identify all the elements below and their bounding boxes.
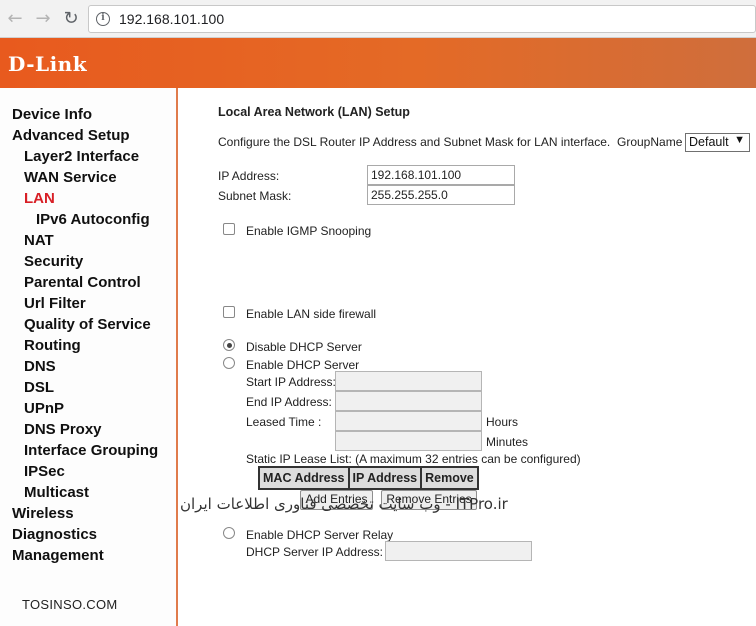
- back-arrow-icon[interactable]: ←: [4, 8, 26, 30]
- group-name-label: GroupName: [617, 135, 683, 149]
- dhcp-relay-label: Enable DHCP Server Relay: [246, 528, 394, 542]
- sidebar-item-dsl[interactable]: DSL: [24, 379, 54, 396]
- group-name-select[interactable]: Default ▼: [685, 133, 750, 152]
- sidebar-item-layer2-interface[interactable]: Layer2 Interface: [24, 148, 139, 165]
- enable-dhcp-label: Enable DHCP Server: [246, 358, 360, 372]
- disable-dhcp-label: Disable DHCP Server: [246, 340, 362, 354]
- table-header-row: MAC Address IP Address Remove: [258, 466, 479, 490]
- hours-label: Hours: [486, 415, 519, 429]
- end-ip-label: End IP Address:: [246, 395, 332, 409]
- sidebar-item-security[interactable]: Security: [24, 253, 83, 270]
- sidebar-item-ipsec[interactable]: IPSec: [24, 463, 65, 480]
- sidebar-item-interface-grouping[interactable]: Interface Grouping: [24, 442, 158, 459]
- sidebar-item-dns[interactable]: DNS: [24, 358, 56, 375]
- sidebar-item-multicast[interactable]: Multicast: [24, 484, 89, 501]
- sidebar-item-ipv6-autoconfig[interactable]: IPv6 Autoconfig: [36, 211, 150, 228]
- column-ip-address: IP Address: [347, 466, 423, 490]
- browser-toolbar: ← → ↻ i 192.168.101.100: [0, 0, 756, 38]
- static-lease-label: Static IP Lease List: (A maximum 32 entr…: [246, 452, 581, 466]
- watermark-itpro: وب سایت تخصصی فناوری اطلاعات ایران - ITP…: [180, 495, 508, 513]
- sidebar-item-wan-service[interactable]: WAN Service: [24, 169, 117, 186]
- watermark-tosinso: TOSINSO.COM: [22, 597, 118, 612]
- router-header-banner: D-Link: [0, 38, 756, 88]
- dhcp-server-ip-label: DHCP Server IP Address:: [246, 545, 383, 559]
- sidebar-item-parental-control[interactable]: Parental Control: [24, 274, 141, 291]
- lan-firewall-checkbox[interactable]: [223, 306, 235, 318]
- start-ip-input[interactable]: [335, 371, 482, 391]
- igmp-snooping-label: Enable IGMP Snooping: [246, 224, 372, 238]
- sidebar-item-nat[interactable]: NAT: [24, 232, 54, 249]
- ip-address-value: 192.168.101.100: [371, 168, 462, 182]
- sidebar-item-advanced-setup[interactable]: Advanced Setup: [12, 127, 130, 144]
- sidebar-item-device-info[interactable]: Device Info: [12, 106, 92, 123]
- ip-address-input[interactable]: 192.168.101.100: [367, 165, 515, 185]
- lan-description: Configure the DSL Router IP Address and …: [218, 135, 611, 149]
- subnet-mask-input[interactable]: 255.255.255.0: [367, 185, 515, 205]
- enable-dhcp-radio[interactable]: [223, 357, 235, 369]
- subnet-mask-label: Subnet Mask:: [218, 189, 292, 203]
- sidebar-item-wireless[interactable]: Wireless: [12, 505, 74, 522]
- sidebar-item-url-filter[interactable]: Url Filter: [24, 295, 86, 312]
- minutes-label: Minutes: [486, 435, 529, 449]
- dhcp-relay-radio[interactable]: [223, 527, 235, 539]
- url-text: 192.168.101.100: [119, 11, 225, 27]
- leased-minutes-input[interactable]: [335, 431, 482, 451]
- leased-time-label: Leased Time :: [246, 415, 322, 429]
- dhcp-server-ip-input[interactable]: [385, 541, 532, 561]
- forward-arrow-icon[interactable]: →: [32, 8, 54, 30]
- start-ip-label: Start IP Address:: [246, 375, 336, 389]
- reload-icon[interactable]: ↻: [60, 8, 82, 30]
- static-lease-table: MAC Address IP Address Remove: [258, 466, 479, 490]
- sidebar-item-upnp[interactable]: UPnP: [24, 400, 64, 417]
- address-bar[interactable]: i 192.168.101.100: [88, 5, 756, 33]
- group-name-value: Default: [689, 135, 729, 149]
- end-ip-input[interactable]: [335, 391, 482, 411]
- lan-setup-panel: Local Area Network (LAN) Setup Configure…: [180, 88, 756, 626]
- column-remove: Remove: [420, 466, 479, 490]
- disable-dhcp-radio[interactable]: [223, 339, 235, 351]
- sidebar-item-routing[interactable]: Routing: [24, 337, 81, 354]
- sidebar-menu: Device Info Advanced Setup Layer2 Interf…: [0, 88, 178, 626]
- sidebar-item-dns-proxy[interactable]: DNS Proxy: [24, 421, 102, 438]
- sidebar-item-quality-of-service[interactable]: Quality of Service: [24, 316, 151, 333]
- subnet-mask-value: 255.255.255.0: [371, 188, 448, 202]
- page-title: Local Area Network (LAN) Setup: [218, 105, 410, 119]
- dropdown-arrow-icon: ▼: [734, 134, 745, 146]
- info-icon[interactable]: i: [96, 12, 110, 26]
- ip-address-label: IP Address:: [218, 169, 280, 183]
- dlink-logo: D-Link: [8, 52, 88, 76]
- sidebar-item-diagnostics[interactable]: Diagnostics: [12, 526, 97, 543]
- leased-hours-input[interactable]: [335, 411, 482, 431]
- igmp-snooping-checkbox[interactable]: [223, 223, 235, 235]
- lan-firewall-label: Enable LAN side firewall: [246, 307, 377, 321]
- sidebar-item-management[interactable]: Management: [12, 547, 104, 564]
- column-mac-address: MAC Address: [258, 466, 350, 490]
- sidebar-item-lan[interactable]: LAN: [24, 190, 55, 207]
